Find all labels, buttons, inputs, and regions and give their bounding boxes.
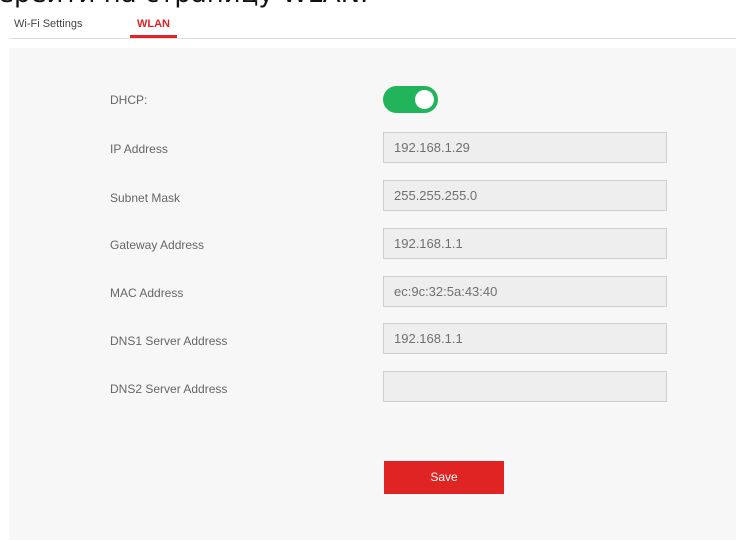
tab-wlan[interactable]: WLAN bbox=[130, 17, 177, 38]
mac-address-field[interactable]: ec:9c:32:5a:43:40 bbox=[383, 276, 667, 307]
gateway-address-label: Gateway Address bbox=[110, 238, 205, 252]
dns2-server-address-label: DNS2 Server Address bbox=[110, 382, 228, 396]
caption-text: ерейти на страницу WLAN. bbox=[0, 0, 368, 10]
dhcp-toggle[interactable] bbox=[383, 86, 438, 113]
wlan-form-panel: DHCP: IP Address 192.168.1.29 Subnet Mas… bbox=[9, 48, 736, 540]
tab-bar: Wi-Fi Settings WLAN bbox=[9, 11, 736, 39]
dns1-server-address-label: DNS1 Server Address bbox=[110, 334, 228, 348]
dhcp-label: DHCP: bbox=[110, 93, 148, 107]
subnet-mask-field[interactable]: 255.255.255.0 bbox=[383, 180, 667, 211]
dns2-server-address-field[interactable] bbox=[383, 371, 667, 402]
toggle-knob bbox=[415, 90, 434, 109]
mac-address-label: MAC Address bbox=[110, 286, 184, 300]
tab-wifi-settings[interactable]: Wi-Fi Settings bbox=[14, 17, 82, 31]
gateway-address-field[interactable]: 192.168.1.1 bbox=[383, 228, 667, 259]
save-button[interactable]: Save bbox=[384, 461, 504, 494]
ip-address-field[interactable]: 192.168.1.29 bbox=[383, 132, 667, 163]
ip-address-label: IP Address bbox=[110, 142, 168, 156]
subnet-mask-label: Subnet Mask bbox=[110, 191, 181, 205]
wlan-settings-page: ерейти на страницу WLAN. Wi-Fi Settings … bbox=[0, 0, 736, 541]
dns1-server-address-field[interactable]: 192.168.1.1 bbox=[383, 323, 667, 354]
